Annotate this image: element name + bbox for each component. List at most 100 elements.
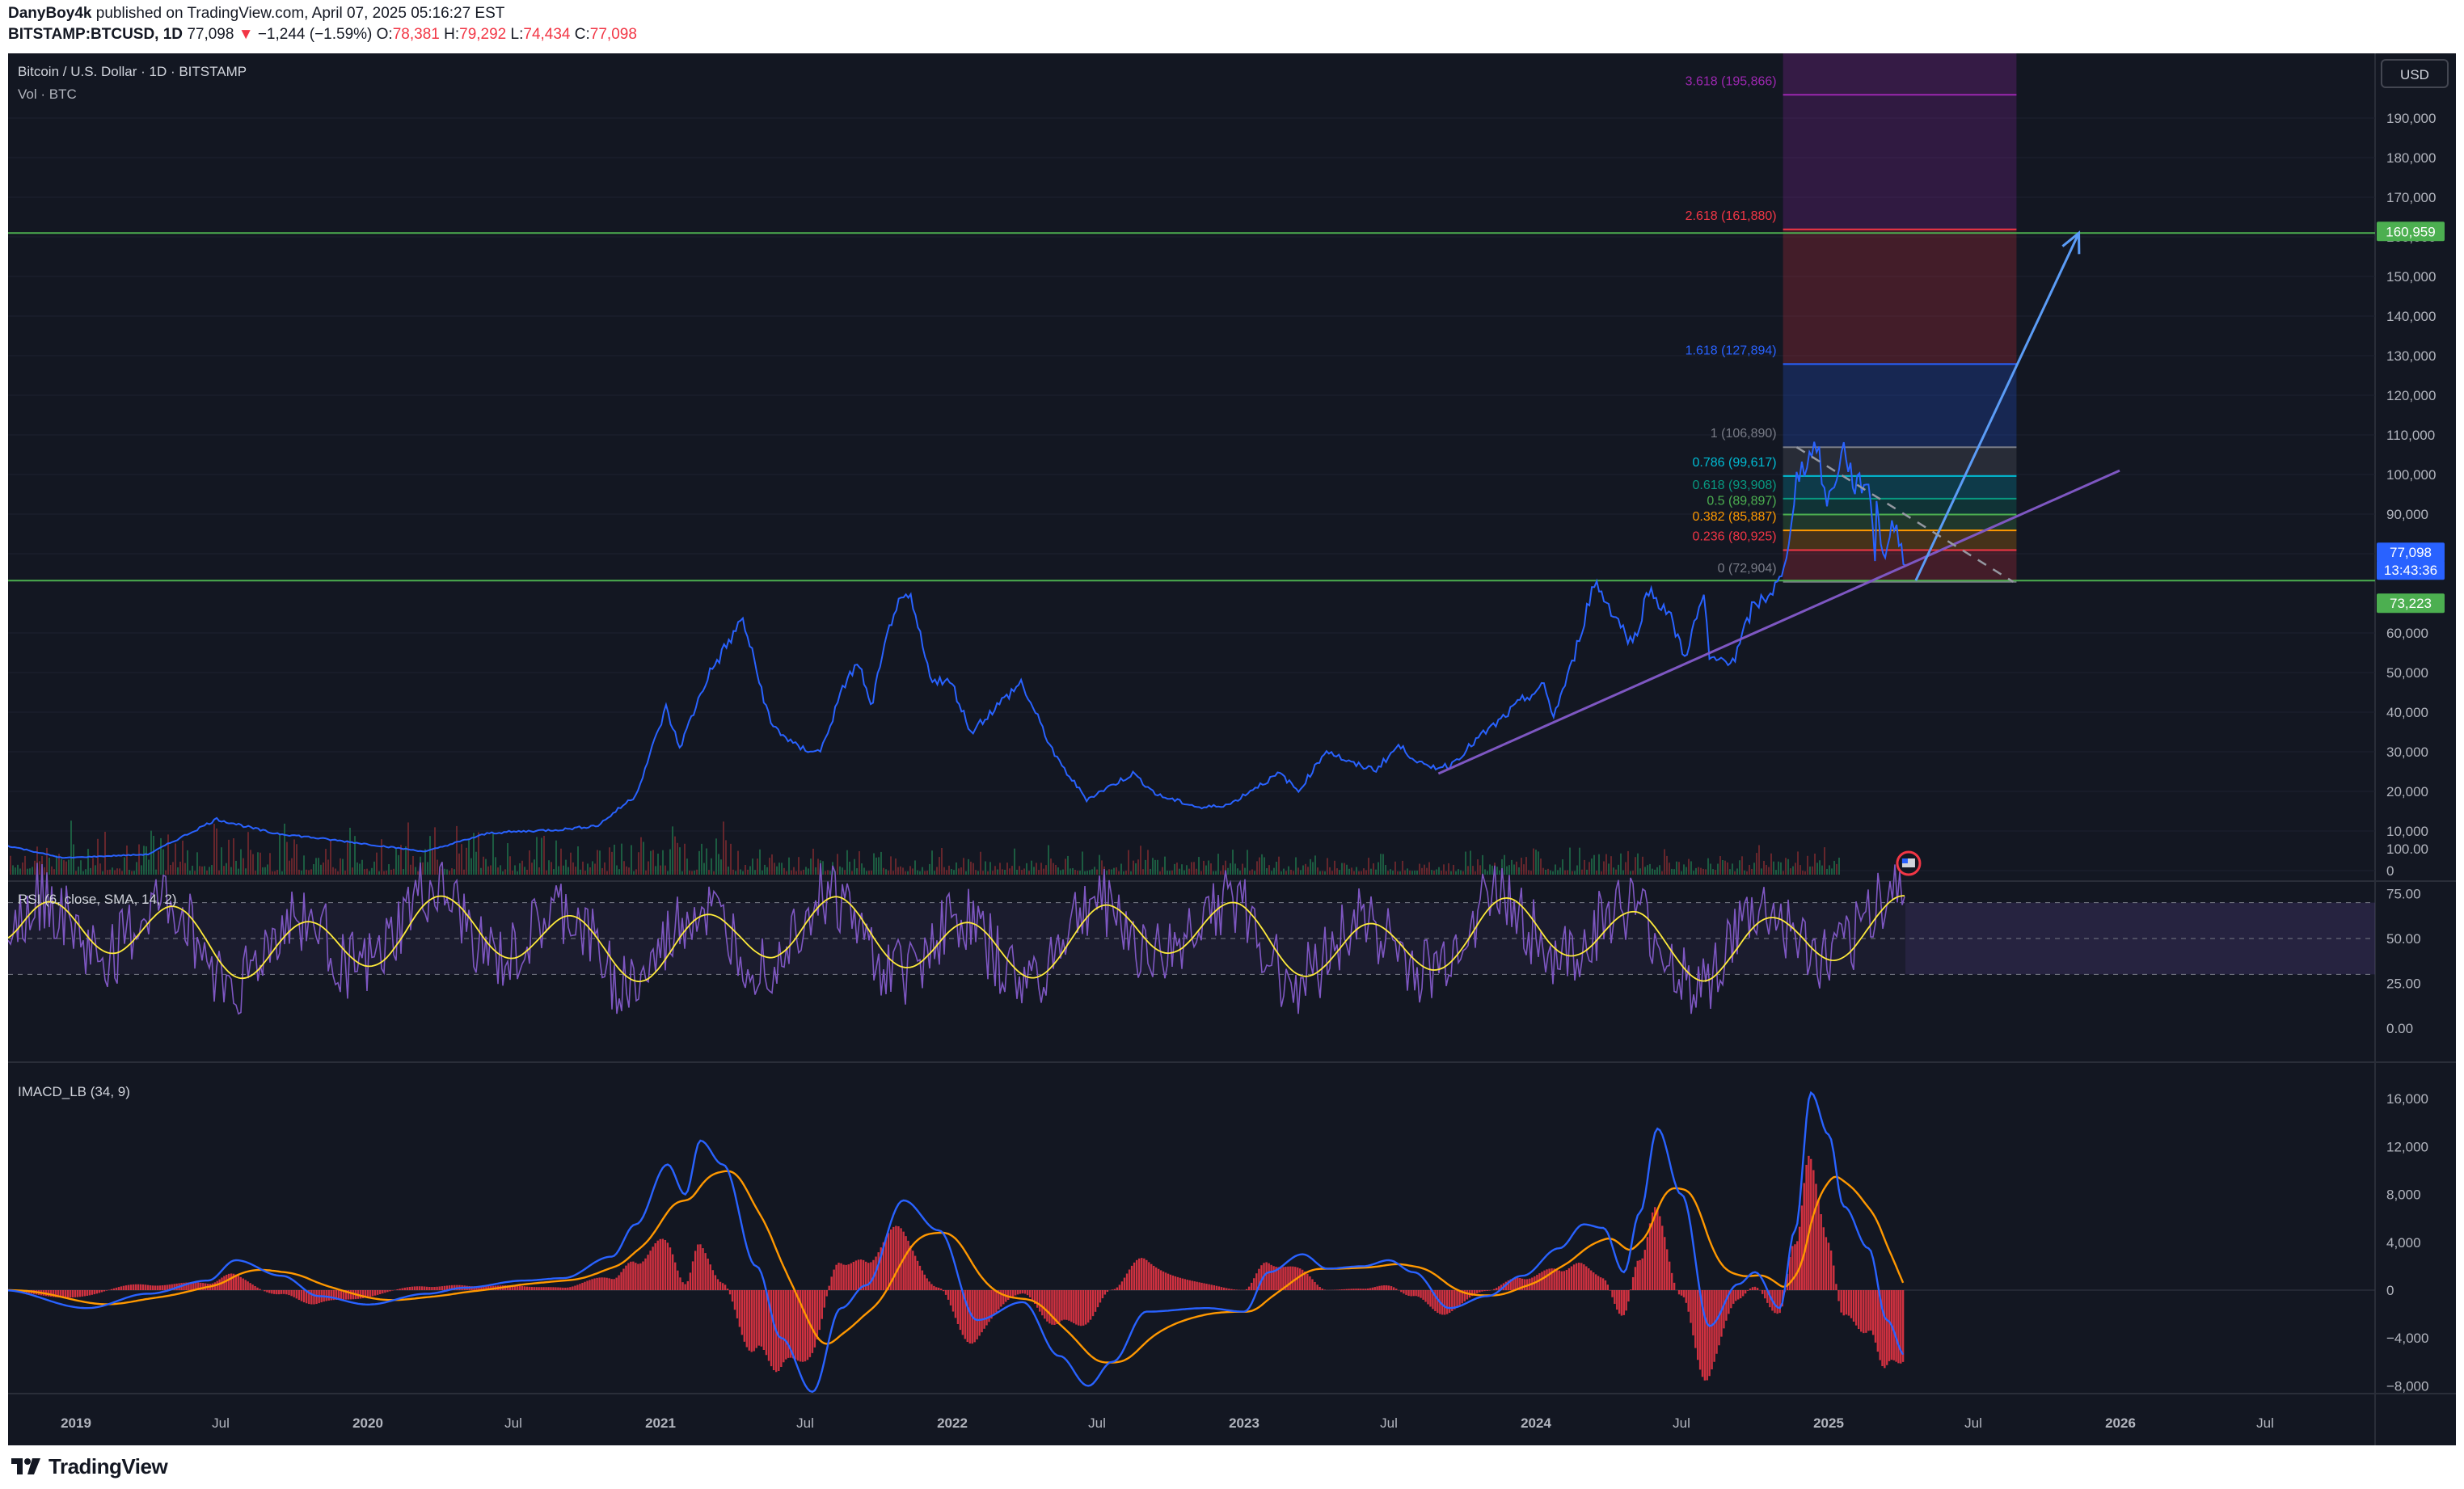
- volume-bar: [1242, 863, 1243, 875]
- volume-bar: [364, 869, 365, 875]
- volume-bar: [44, 867, 45, 875]
- volume-bar: [1040, 863, 1042, 875]
- volume-bar: [1399, 871, 1401, 875]
- volume-bar: [209, 867, 210, 875]
- volume-bar: [398, 854, 399, 875]
- volume-bar: [679, 847, 681, 875]
- volume-bar: [558, 866, 559, 875]
- volume-bar: [1363, 868, 1365, 875]
- volume-bar: [308, 870, 310, 875]
- volume-bar: [1443, 864, 1445, 875]
- volume-bar: [1605, 854, 1607, 875]
- volume-bar: [1297, 867, 1299, 875]
- volume-bar: [837, 854, 838, 875]
- volume-bar: [182, 840, 184, 875]
- volume-bar: [563, 865, 564, 875]
- volume-bar: [504, 869, 506, 875]
- volume-legend[interactable]: Vol · BTC: [18, 86, 77, 102]
- currency-button-label[interactable]: USD: [2400, 67, 2429, 82]
- volume-bar: [136, 862, 137, 875]
- volume-bar: [1183, 870, 1185, 875]
- volume-bar: [1397, 871, 1399, 875]
- macd-legend[interactable]: IMACD_LB (34, 9): [18, 1084, 130, 1099]
- volume-bar: [982, 871, 984, 875]
- volume-bar: [1266, 867, 1268, 875]
- chart-title[interactable]: Bitcoin / U.S. Dollar · 1D · BITSTAMP: [18, 64, 247, 79]
- volume-bar: [1458, 869, 1459, 875]
- volume-bar: [1462, 871, 1464, 875]
- author-name[interactable]: DanyBoy4k: [8, 5, 92, 22]
- volume-bar: [56, 855, 57, 875]
- volume-bar: [541, 837, 542, 875]
- volume-bar: [1281, 871, 1282, 875]
- volume-bar: [912, 868, 913, 875]
- volume-bar: [53, 869, 55, 875]
- volume-bar: [856, 868, 858, 875]
- fib-zone: [1783, 550, 2017, 582]
- volume-bar: [1530, 871, 1532, 875]
- chart-area[interactable]: 3.618 (195,866) 2.618 (161,880) 1.618 (127…: [8, 53, 2456, 1445]
- volume-bar: [960, 867, 962, 875]
- volume-bar: [1356, 867, 1357, 875]
- volume-bar: [582, 861, 584, 875]
- volume-bar: [817, 858, 819, 875]
- volume-bar: [1135, 863, 1137, 875]
- volume-bar: [475, 851, 477, 875]
- volume-bar: [461, 844, 462, 875]
- volume-bar: [82, 871, 84, 875]
- time-axis-label: Jul: [1088, 1415, 1106, 1431]
- time-axis-label: 2022: [937, 1415, 968, 1431]
- volume-bar: [1334, 860, 1335, 875]
- chart-canvas[interactable]: 3.618 (195,866) 2.618 (161,880) 1.618 (127…: [8, 53, 2456, 1445]
- volume-bar: [546, 870, 547, 875]
- volume-bar: [567, 867, 569, 875]
- time-axis-label: Jul: [1380, 1415, 1398, 1431]
- time-axis-label: Jul: [504, 1415, 522, 1431]
- volume-bar: [92, 858, 94, 875]
- volume-bar: [1065, 858, 1066, 875]
- volume-bar: [10, 855, 11, 875]
- volume-bar: [429, 836, 431, 875]
- volume-bar: [1370, 868, 1372, 875]
- volume-bar: [357, 862, 358, 875]
- volume-bar: [665, 865, 666, 875]
- volume-bar: [1625, 862, 1626, 875]
- volume-bar: [1019, 866, 1020, 875]
- volume-bar: [778, 863, 780, 875]
- volume-bar: [1120, 863, 1122, 875]
- volume-bar: [795, 871, 797, 875]
- volume-bar: [1644, 867, 1646, 875]
- volume-bar: [725, 840, 727, 875]
- volume-bar: [1203, 860, 1205, 875]
- volume-bar: [432, 848, 433, 875]
- volume-bar: [1375, 869, 1377, 875]
- volume-bar: [235, 860, 237, 875]
- tradingview-logo[interactable]: TradingView: [10, 1452, 168, 1481]
- volume-bar: [1014, 848, 1015, 875]
- volume-bar: [643, 842, 644, 875]
- volume-bar: [1518, 867, 1520, 875]
- fib-level-label: 0 (72,904): [1718, 562, 1777, 576]
- volume-bar: [963, 858, 964, 875]
- volume-bar: [1710, 863, 1711, 875]
- volume-bar: [1613, 867, 1614, 875]
- volume-bar: [1361, 871, 1362, 875]
- volume-bar: [1666, 855, 1668, 875]
- volume-bar: [1089, 870, 1091, 875]
- rsi-legend[interactable]: RSI (6, close, SMA, 14, 2): [18, 892, 177, 907]
- volume-bar: [667, 871, 669, 875]
- volume-bar: [1608, 863, 1610, 875]
- volume-bar: [1145, 859, 1146, 875]
- volume-bar: [611, 851, 613, 875]
- volume-bar: [1572, 871, 1573, 875]
- volume-bar: [1528, 870, 1529, 875]
- volume-bar: [1404, 870, 1406, 875]
- volume-bar: [732, 869, 734, 875]
- volume-bar: [51, 866, 53, 875]
- volume-bar: [70, 820, 72, 875]
- volume-bar: [1213, 871, 1214, 875]
- volume-bar: [846, 850, 848, 875]
- volume-bar: [131, 871, 133, 875]
- volume-bar: [994, 866, 996, 875]
- volume-bar: [1635, 857, 1636, 875]
